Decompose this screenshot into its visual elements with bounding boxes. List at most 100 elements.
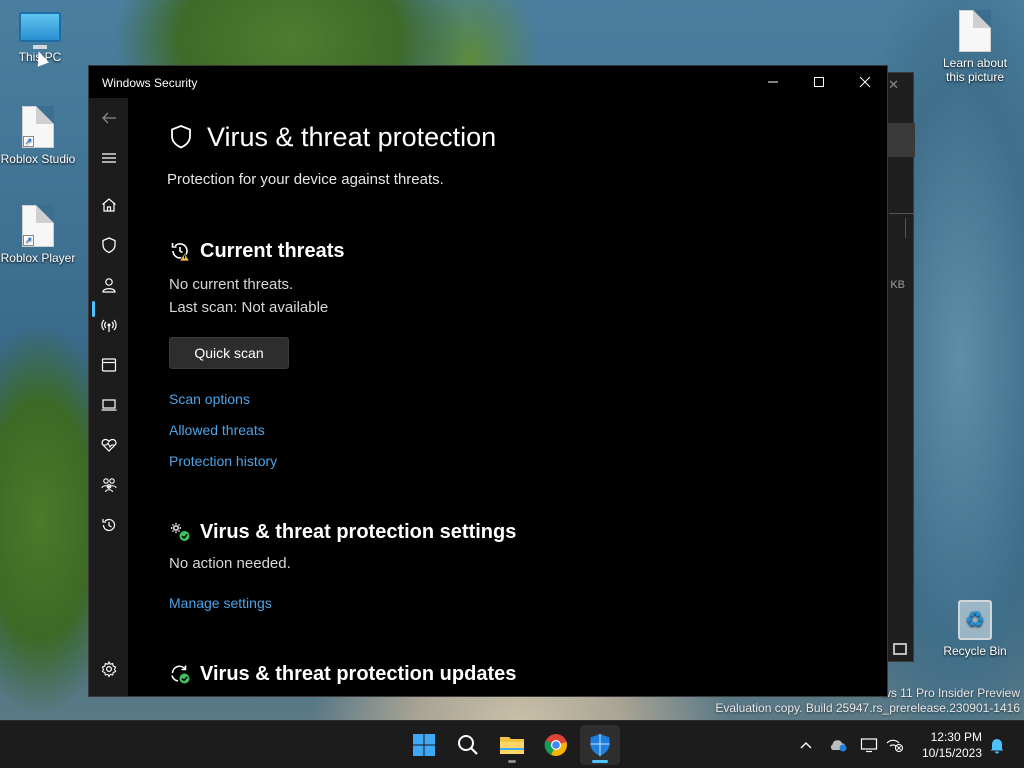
wireless-network-icon xyxy=(100,319,117,332)
main-content: Virus & threat protection Protection for… xyxy=(129,98,887,696)
running-indicator xyxy=(508,760,516,763)
updates-sync-icon xyxy=(171,665,190,684)
cloud-icon xyxy=(830,740,847,752)
watermark-edition: ws 11 Pro Insider Preview xyxy=(882,686,1020,700)
threat-status-text: No current threats. xyxy=(169,276,294,293)
nav-device-health[interactable] xyxy=(89,429,128,461)
chevron-up-icon xyxy=(800,742,812,749)
nav-app-browser-control[interactable] xyxy=(89,349,128,381)
computer-icon xyxy=(19,12,61,49)
allowed-threats-link[interactable]: Allowed threats xyxy=(169,422,265,438)
protection-settings-title: Virus & threat protection settings xyxy=(200,521,517,543)
file-explorer-button[interactable] xyxy=(492,725,532,765)
nav-home[interactable] xyxy=(89,189,128,221)
current-threats-title: Current threats xyxy=(200,240,345,262)
close-icon xyxy=(859,76,871,88)
desktop-icon-label: Roblox Studio xyxy=(0,152,76,166)
scan-options-link[interactable]: Scan options xyxy=(169,391,250,407)
person-icon xyxy=(101,278,116,293)
manage-settings-link[interactable]: Manage settings xyxy=(169,595,272,611)
start-button[interactable] xyxy=(404,725,444,765)
desktop-icon-label: Recycle Bin xyxy=(943,644,1007,658)
desktop-icon-label: Roblox Player xyxy=(0,251,76,265)
windows-security-icon xyxy=(590,734,610,756)
shield-icon xyxy=(171,125,191,149)
network-volume-tray-button[interactable] xyxy=(885,735,905,755)
clock-date: 10/15/2023 xyxy=(921,746,982,760)
file-icon xyxy=(959,10,991,52)
network-disconnected-icon xyxy=(886,739,904,753)
nav-family-options[interactable] xyxy=(89,469,128,501)
protection-history-link[interactable]: Protection history xyxy=(169,453,277,469)
maximize-button[interactable] xyxy=(796,66,842,98)
title-bar[interactable]: Windows Security xyxy=(89,66,887,98)
folder-icon xyxy=(500,737,524,754)
desktop-icon-roblox-player[interactable]: ↗ Roblox Player xyxy=(0,205,78,265)
hamburger-menu-icon xyxy=(101,153,116,163)
shield-icon xyxy=(101,237,116,254)
search-button[interactable] xyxy=(448,725,488,765)
chrome-button[interactable] xyxy=(536,725,576,765)
gear-icon xyxy=(101,660,116,678)
desktop-icon-learn-about-picture[interactable]: Learn about this picture xyxy=(935,10,1015,84)
nav-device-security[interactable] xyxy=(89,389,128,421)
heart-pulse-icon xyxy=(101,438,116,452)
protection-updates-title: Virus & threat protection updates xyxy=(200,663,517,685)
threat-history-icon xyxy=(171,243,191,262)
onedrive-tray-button[interactable] xyxy=(828,735,848,755)
page-subtitle: Protection for your device against threa… xyxy=(167,171,444,188)
family-icon xyxy=(100,478,117,493)
window-title: Windows Security xyxy=(102,76,198,90)
settings-gears-icon xyxy=(171,523,190,541)
history-icon xyxy=(101,518,115,532)
show-hidden-icons-button[interactable] xyxy=(796,735,816,755)
active-indicator xyxy=(592,760,608,763)
file-icon: ↗ xyxy=(22,106,54,148)
shortcut-arrow-icon: ↗ xyxy=(23,136,34,147)
system-clock[interactable]: 12:30 PM 10/15/2023 xyxy=(912,729,982,761)
shortcut-arrow-icon: ↗ xyxy=(23,235,34,246)
recycle-bin-icon: ♻ xyxy=(958,600,992,640)
home-icon xyxy=(101,198,116,212)
desktop-icon-recycle-bin[interactable]: ♻ Recycle Bin xyxy=(935,600,1015,658)
search-icon xyxy=(458,735,478,755)
desktop-icon-roblox-studio[interactable]: ↗ Roblox Studio xyxy=(0,106,78,166)
file-icon: ↗ xyxy=(22,205,54,247)
side-navigation xyxy=(89,98,128,696)
windows-security-window: Windows Security Virus & threat protecti… xyxy=(88,65,888,697)
close-icon[interactable]: ✕ xyxy=(888,77,899,93)
taskbar: 12:30 PM 10/15/2023 xyxy=(0,720,1024,768)
minimize-icon xyxy=(768,81,778,83)
divider xyxy=(905,218,906,238)
close-button[interactable] xyxy=(842,66,887,98)
notifications-button[interactable] xyxy=(987,735,1007,755)
page-title: Virus & threat protection xyxy=(207,122,497,152)
window-icon[interactable] xyxy=(893,643,907,655)
nav-virus-protection[interactable] xyxy=(89,229,128,261)
bell-icon xyxy=(990,739,1004,754)
nav-firewall-network[interactable] xyxy=(89,309,128,341)
laptop-icon xyxy=(101,399,116,411)
quick-scan-button[interactable]: Quick scan xyxy=(169,337,289,369)
watermark-build: Evaluation copy. Build 25947.rs_prerelea… xyxy=(715,701,1020,715)
back-button[interactable] xyxy=(89,102,128,134)
clock-time: 12:30 PM xyxy=(930,730,982,744)
windows-logo-icon xyxy=(413,734,435,756)
menu-button[interactable] xyxy=(89,142,128,174)
display-tray-button[interactable] xyxy=(859,735,879,755)
settings-status-text: No action needed. xyxy=(169,555,291,572)
file-size-unit: KB xyxy=(890,279,905,291)
windows-security-button[interactable] xyxy=(580,725,620,765)
divider xyxy=(889,213,915,214)
monitor-icon xyxy=(860,738,878,753)
last-scan-text: Last scan: Not available xyxy=(169,299,329,316)
back-arrow-icon xyxy=(101,112,116,124)
desktop-icon-label: Learn about this picture xyxy=(942,56,1008,84)
nav-account-protection[interactable] xyxy=(89,269,128,301)
chrome-icon xyxy=(544,734,567,756)
nav-protection-history[interactable] xyxy=(89,509,128,541)
maximize-icon xyxy=(814,77,824,87)
app-browser-icon xyxy=(101,358,116,372)
nav-settings[interactable] xyxy=(89,653,128,685)
minimize-button[interactable] xyxy=(750,66,796,98)
